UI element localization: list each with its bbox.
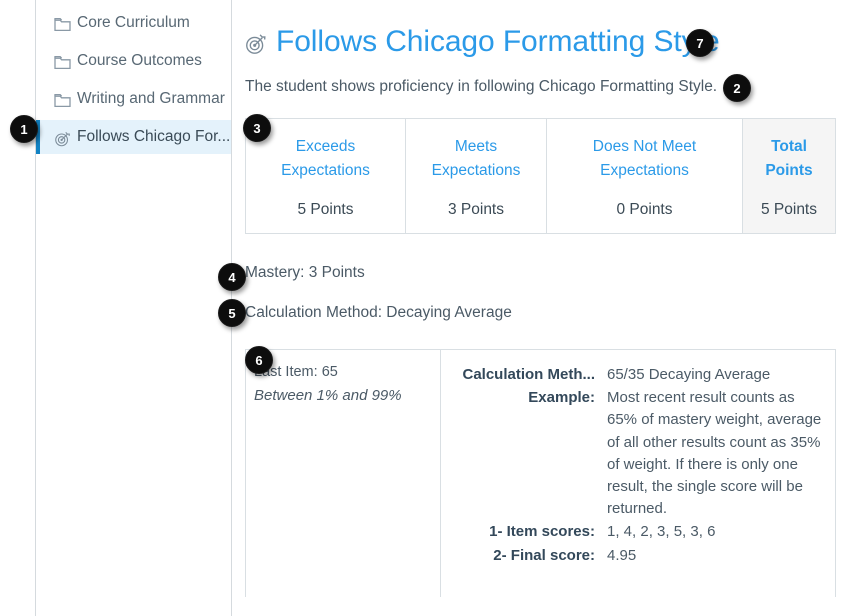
- rating-column-exceeds: Exceeds Expectations 5 Points: [246, 119, 406, 234]
- folder-icon: [54, 55, 71, 70]
- rating-name: Meets Expectations: [431, 138, 521, 180]
- ratings-table: Exceeds Expectations 5 Points Meets Expe…: [245, 118, 836, 235]
- calculation-detail-card: Last Item: 65 Between 1% and 99% Calcula…: [245, 349, 836, 598]
- rating-column-meets: Meets Expectations 3 Points: [406, 119, 547, 234]
- calc-row-label: 1- Item scores:: [489, 523, 595, 541]
- outcome-description: The student shows proficiency in followi…: [245, 78, 718, 95]
- outcomes-sidebar: Core Curriculum Course Outcomes Writing …: [35, 0, 232, 616]
- sidebar-item-writing-and-grammar[interactable]: Writing and Grammar: [36, 82, 231, 116]
- rating-column-total-points: Total Points 5 Points: [743, 119, 835, 234]
- callout-badge-6: 6: [245, 346, 273, 374]
- callout-badge-5: 5: [218, 299, 246, 327]
- rating-name: Does Not Meet Expectations: [592, 138, 697, 180]
- outcome-target-icon: [54, 131, 71, 146]
- folder-icon: [54, 93, 71, 108]
- folder-icon: [54, 17, 71, 32]
- calculation-method-line: Calculation Method: Decaying Average: [245, 304, 512, 322]
- calc-row-value: 65/35 Decaying Average: [607, 366, 771, 384]
- callout-badge-7: 7: [686, 29, 714, 57]
- mastery-line: Mastery: 3 Points: [245, 264, 365, 282]
- outcome-target-icon: [245, 33, 267, 55]
- calc-row-example: Example: Most recent result counts as 65…: [455, 387, 825, 520]
- outcome-detail-page: Core Curriculum Course Outcomes Writing …: [0, 0, 855, 616]
- calculation-left-panel: Last Item: 65 Between 1% and 99%: [246, 350, 441, 598]
- callout-badge-3: 3: [243, 114, 271, 142]
- calc-row-value: 1, 4, 2, 3, 5, 3, 6: [607, 523, 716, 541]
- sidebar-item-core-curriculum[interactable]: Core Curriculum: [36, 6, 231, 40]
- rating-points: 5 Points: [297, 201, 354, 219]
- calc-row-label: Calculation Meth...: [462, 366, 595, 384]
- rating-name: Exceeds Expectations: [281, 138, 370, 180]
- sidebar-item-label: Core Curriculum: [77, 14, 190, 31]
- calc-row-label: Example:: [528, 389, 595, 407]
- calc-row-final-score: 2- Final score: 4.95: [455, 545, 825, 567]
- calc-row-value: Most recent result counts as 65% of mast…: [607, 389, 822, 518]
- page-title-row: Follows Chicago Formatting Style: [245, 22, 855, 62]
- callout-badge-4: 4: [218, 263, 246, 291]
- page-title: Follows Chicago Formatting Style: [276, 25, 720, 58]
- rating-name: Total Points: [765, 138, 813, 180]
- sidebar-item-follows-chicago-formatting[interactable]: Follows Chicago For...: [36, 120, 231, 154]
- callout-badge-1: 1: [10, 115, 38, 143]
- calc-row-label: 2- Final score:: [493, 546, 595, 564]
- sidebar-item-label: Course Outcomes: [77, 52, 202, 69]
- outcome-main-content: Follows Chicago Formatting Style The stu…: [245, 0, 855, 616]
- rating-points: 3 Points: [447, 201, 504, 219]
- calc-row-method: Calculation Meth... 65/35 Decaying Avera…: [455, 364, 825, 386]
- rating-column-does-not-meet: Does Not Meet Expectations 0 Points: [547, 119, 743, 234]
- calc-row-value: 4.95: [607, 546, 637, 564]
- callout-badge-2: 2: [723, 74, 751, 102]
- sidebar-item-label: Writing and Grammar: [77, 90, 225, 107]
- sidebar-item-course-outcomes[interactable]: Course Outcomes: [36, 44, 231, 78]
- calculation-right-panel: Calculation Meth... 65/35 Decaying Avera…: [441, 350, 835, 597]
- sidebar-item-label: Follows Chicago For...: [77, 128, 231, 145]
- rating-points: 5 Points: [760, 201, 817, 219]
- calc-row-item-scores: 1- Item scores: 1, 4, 2, 3, 5, 3, 6: [455, 521, 825, 543]
- rating-points: 0 Points: [616, 201, 673, 219]
- score-range-hint: Between 1% and 99%: [254, 387, 402, 405]
- last-item-value: Last Item: 65: [254, 364, 338, 381]
